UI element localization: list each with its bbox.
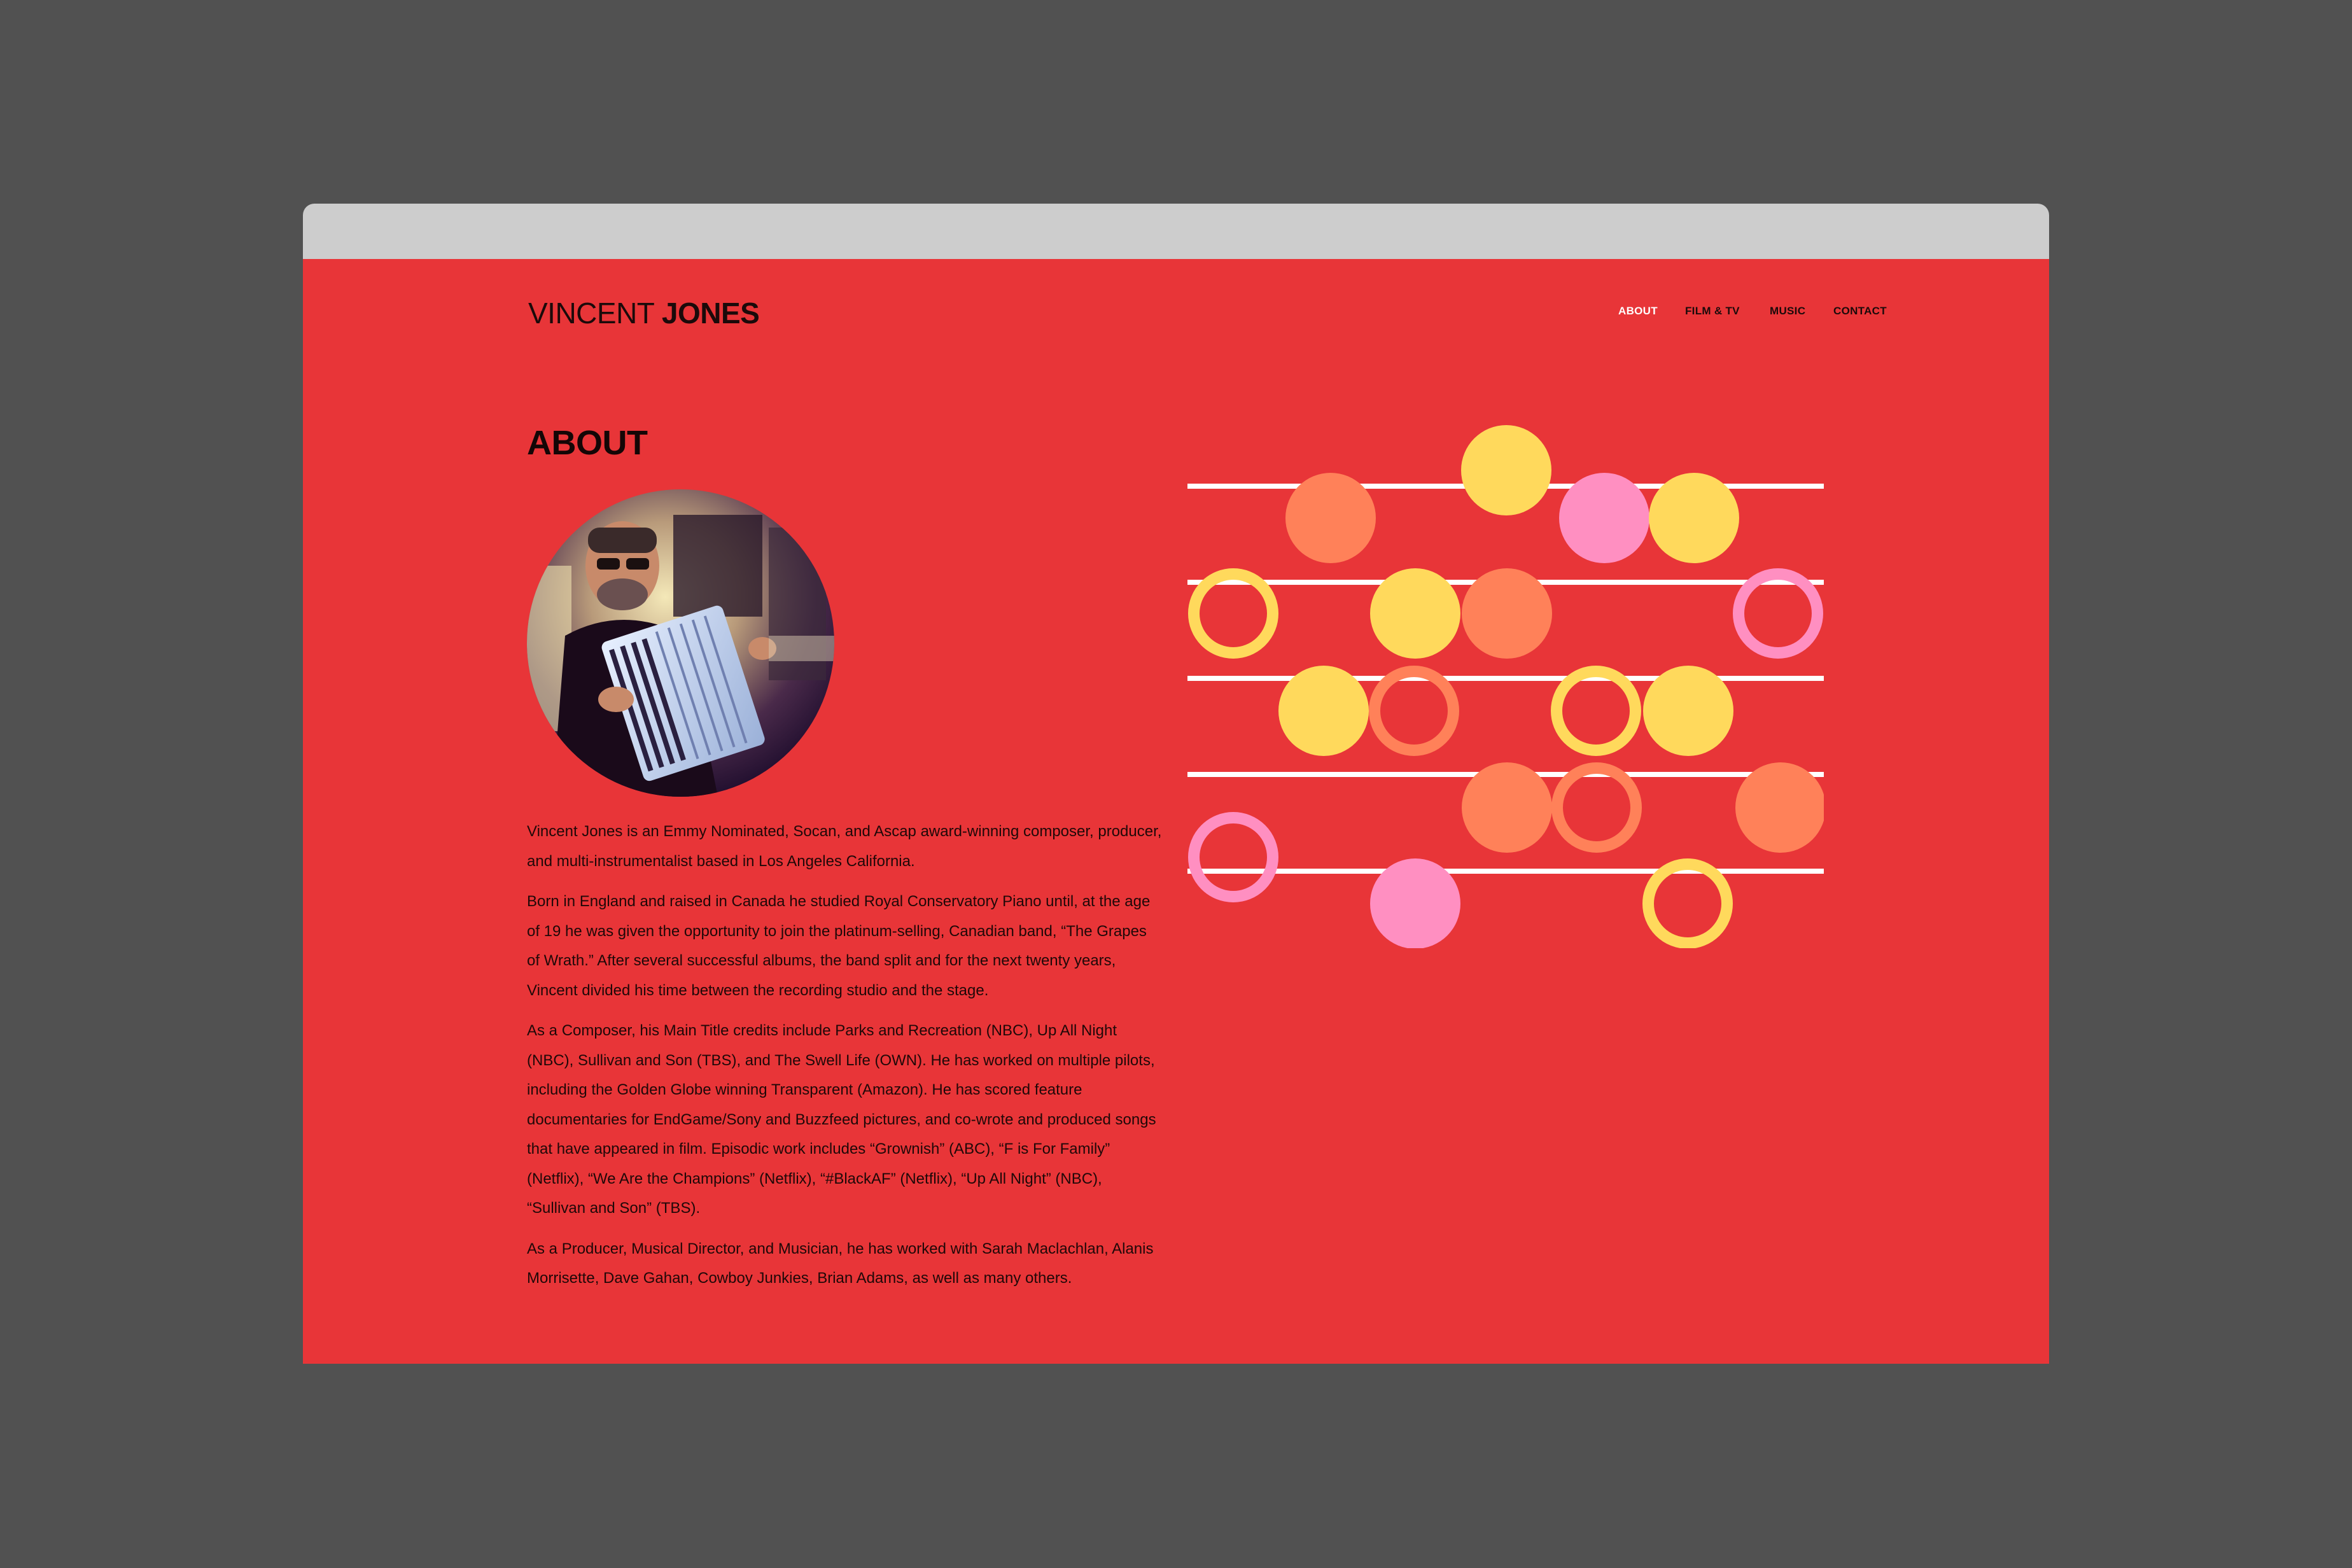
note-dot xyxy=(1461,425,1551,515)
bio-text: Vincent Jones is an Emmy Nominated, Soca… xyxy=(527,817,1163,1305)
note-dot xyxy=(1643,666,1733,756)
bio-paragraph: Vincent Jones is an Emmy Nominated, Soca… xyxy=(527,823,1162,870)
note-dot xyxy=(1370,858,1460,948)
note-ring xyxy=(1551,762,1642,853)
note-ring xyxy=(1188,812,1278,902)
about-page: VINCENT JONES ABOUT FILM & TV MUSIC CONT… xyxy=(303,259,2049,1364)
decorative-music-staff xyxy=(1187,425,1824,948)
note-dot xyxy=(1735,762,1824,853)
note-dot xyxy=(1462,762,1552,853)
main-nav: ABOUT FILM & TV MUSIC CONTACT xyxy=(303,305,2049,324)
browser-title-bar xyxy=(303,204,2049,259)
note-dot xyxy=(1285,473,1376,563)
note-ring xyxy=(1733,568,1823,659)
nav-about[interactable]: ABOUT xyxy=(1618,305,1658,318)
nav-film-tv[interactable]: FILM & TV xyxy=(1685,305,1740,318)
note-dot xyxy=(1559,473,1649,563)
note-dot xyxy=(1649,473,1739,563)
note-dot xyxy=(1462,568,1552,659)
note-ring xyxy=(1369,666,1459,756)
bio-paragraph: Born in England and raised in Canada he … xyxy=(527,893,1151,999)
note-ring xyxy=(1642,858,1733,948)
nav-music[interactable]: MUSIC xyxy=(1770,305,1805,318)
bio-paragraph: As a Composer, his Main Title credits in… xyxy=(527,1022,1156,1217)
portrait-photo xyxy=(527,489,834,797)
bio-paragraph: As a Producer, Musical Director, and Mus… xyxy=(527,1240,1154,1287)
browser-window: VINCENT JONES ABOUT FILM & TV MUSIC CONT… xyxy=(303,204,2049,1364)
note-dot xyxy=(1370,568,1460,659)
note-ring xyxy=(1551,666,1641,756)
nav-contact[interactable]: CONTACT xyxy=(1833,305,1887,318)
note-dot xyxy=(1278,666,1369,756)
page-title: ABOUT xyxy=(527,424,648,462)
note-ring xyxy=(1188,568,1278,659)
